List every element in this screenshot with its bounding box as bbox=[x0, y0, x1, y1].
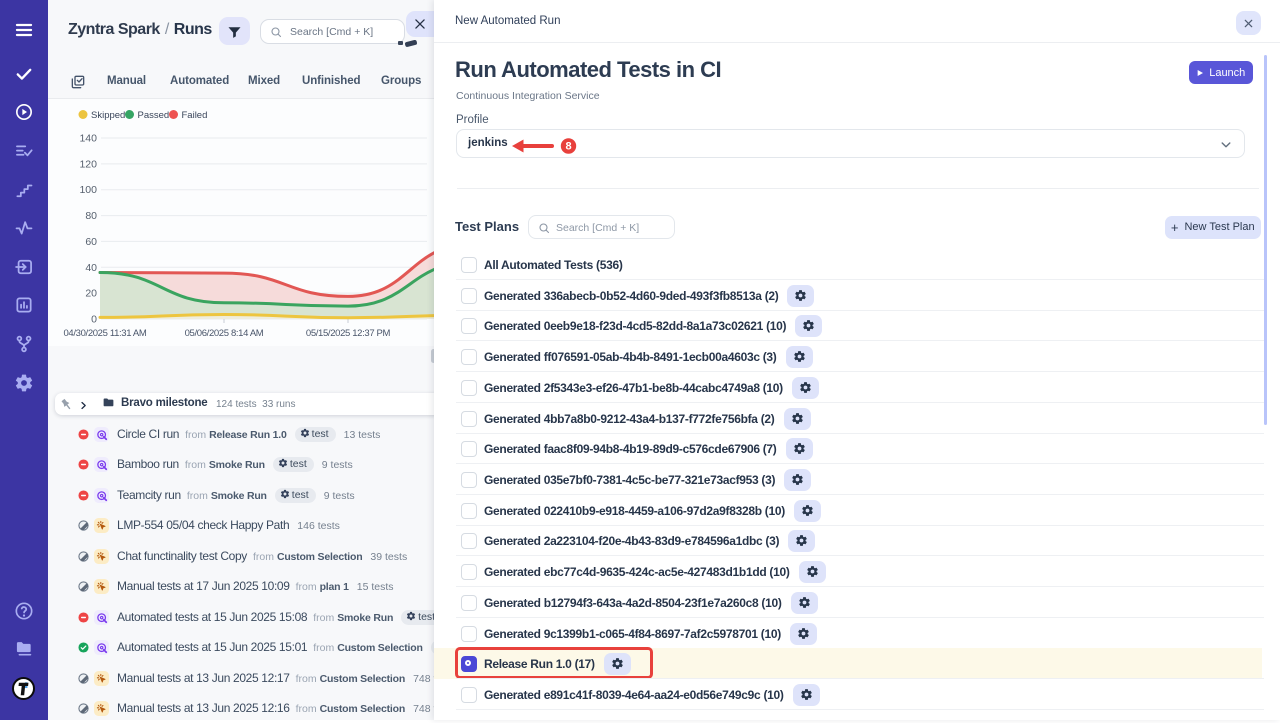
svg-text:Skipped: Skipped bbox=[91, 110, 125, 121]
svg-text:60: 60 bbox=[85, 236, 97, 248]
svg-text:04/30/2025 11:31 AM: 04/30/2025 11:31 AM bbox=[64, 328, 147, 339]
svg-text:Passed: Passed bbox=[138, 110, 170, 121]
svg-text:40: 40 bbox=[85, 262, 97, 274]
svg-text:8: 8 bbox=[565, 141, 571, 153]
svg-text:0: 0 bbox=[91, 314, 97, 326]
svg-text:100: 100 bbox=[79, 184, 97, 196]
svg-text:Failed: Failed bbox=[182, 110, 208, 121]
svg-text:140: 140 bbox=[79, 133, 97, 145]
svg-text:20: 20 bbox=[85, 288, 97, 300]
svg-text:05/06/2025 8:14 AM: 05/06/2025 8:14 AM bbox=[185, 328, 264, 339]
svg-text:120: 120 bbox=[79, 158, 97, 170]
svg-text:80: 80 bbox=[85, 210, 97, 222]
svg-text:05/15/2025 12:37 PM: 05/15/2025 12:37 PM bbox=[306, 328, 391, 339]
